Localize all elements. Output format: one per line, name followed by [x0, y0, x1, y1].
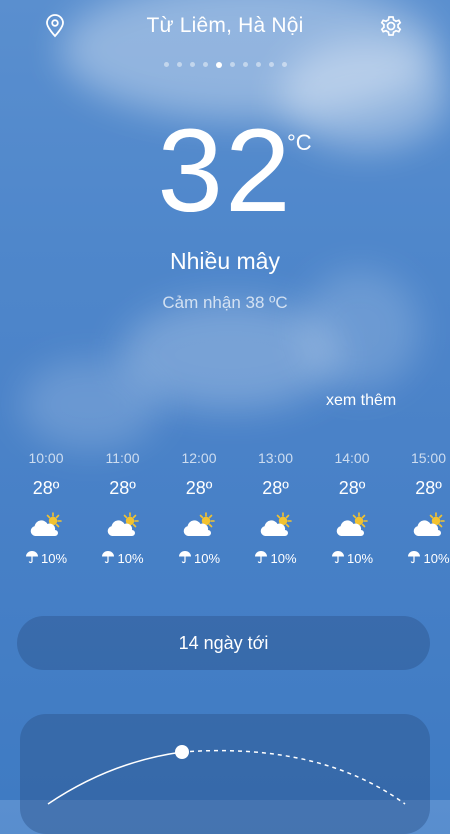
top-bar: Từ Liêm, Hà Nội [0, 0, 450, 56]
hour-rain-chance: 10% [246, 550, 306, 567]
hour-rain-chance: 10% [169, 550, 229, 567]
rain-percent: 10% [41, 551, 67, 566]
hour-item[interactable]: 13:00 28º 10% [246, 450, 306, 567]
hour-item[interactable]: 12:00 28º 10% [169, 450, 229, 567]
cloud-background [300, 270, 420, 390]
page-indicator[interactable] [0, 62, 450, 68]
gear-icon[interactable] [377, 12, 405, 40]
hour-item[interactable]: 14:00 28º 10% [322, 450, 382, 567]
rain-percent: 10% [270, 551, 296, 566]
hour-item[interactable]: 10:00 28º 10% [16, 450, 76, 567]
hour-rain-chance: 10% [93, 550, 153, 567]
sun-path-panel [20, 714, 430, 834]
page-dot[interactable] [216, 62, 222, 68]
hour-rain-chance: 10% [399, 550, 450, 567]
page-dot[interactable] [230, 62, 235, 67]
hour-temperature: 28º [399, 478, 450, 502]
rain-percent: 10% [347, 551, 373, 566]
page-dot[interactable] [256, 62, 261, 67]
hour-time: 11:00 [93, 450, 153, 470]
hour-rain-chance: 10% [16, 550, 76, 567]
hour-temperature: 28º [93, 478, 153, 502]
hour-time: 13:00 [246, 450, 306, 470]
umbrella-icon [407, 550, 421, 567]
current-temperature-block: 32 °C [0, 112, 450, 230]
temperature-unit: °C [287, 130, 312, 156]
hour-rain-chance: 10% [322, 550, 382, 567]
umbrella-icon [254, 550, 268, 567]
page-dot[interactable] [269, 62, 274, 67]
hour-temperature: 28º [246, 478, 306, 502]
hour-time: 12:00 [169, 450, 229, 470]
hour-time: 14:00 [322, 450, 382, 470]
weather-condition: Nhiều mây [0, 248, 450, 275]
hour-time: 10:00 [16, 450, 76, 470]
partly-cloudy-icon [399, 512, 450, 538]
sun-arc-icon [20, 714, 430, 834]
page-dot[interactable] [243, 62, 248, 67]
page-dot[interactable] [190, 62, 195, 67]
rain-percent: 10% [423, 551, 449, 566]
hour-item[interactable]: 15:00 28º 10% [399, 450, 450, 567]
hour-item[interactable]: 11:00 28º 10% [93, 450, 153, 567]
umbrella-icon [25, 550, 39, 567]
partly-cloudy-icon [169, 512, 229, 538]
hour-temperature: 28º [169, 478, 229, 502]
see-more-link[interactable]: xem thêm [326, 392, 396, 410]
forecast-14-days-button[interactable]: 14 ngày tới [17, 616, 430, 670]
partly-cloudy-icon [93, 512, 153, 538]
rain-percent: 10% [117, 551, 143, 566]
hour-time: 15:00 [399, 450, 450, 470]
current-temperature: 32 [157, 112, 292, 230]
page-dot[interactable] [164, 62, 169, 67]
hour-temperature: 28º [322, 478, 382, 502]
cloud-background [20, 360, 160, 450]
umbrella-icon [178, 550, 192, 567]
hourly-forecast[interactable]: 10:0028º 10%11:0028º 10%12:0028º 10%13:0… [0, 450, 450, 580]
rain-percent: 10% [194, 551, 220, 566]
partly-cloudy-icon [322, 512, 382, 538]
page-dot[interactable] [203, 62, 208, 67]
hour-temperature: 28º [16, 478, 76, 502]
partly-cloudy-icon [16, 512, 76, 538]
partly-cloudy-icon [246, 512, 306, 538]
page-dot[interactable] [177, 62, 182, 67]
page-dot[interactable] [282, 62, 287, 67]
feels-like: Cảm nhận 38 ºC [0, 293, 450, 313]
umbrella-icon [331, 550, 345, 567]
umbrella-icon [101, 550, 115, 567]
